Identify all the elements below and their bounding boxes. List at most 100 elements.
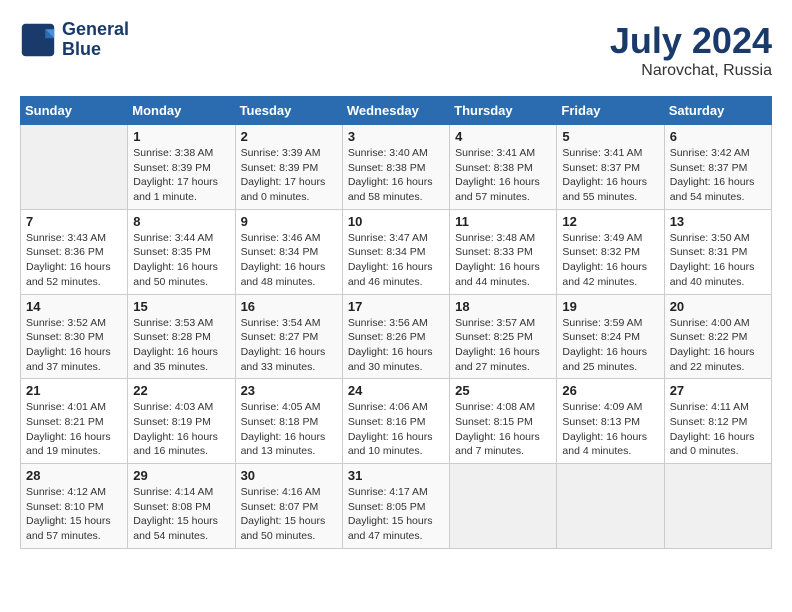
day-info: Sunrise: 3:48 AMSunset: 8:33 PMDaylight:…: [455, 231, 551, 290]
logo-icon: [20, 22, 56, 58]
day-number: 8: [133, 214, 229, 229]
day-number: 1: [133, 129, 229, 144]
day-info: Sunrise: 4:14 AMSunset: 8:08 PMDaylight:…: [133, 485, 229, 544]
day-number: 5: [562, 129, 658, 144]
calendar-cell: 29 Sunrise: 4:14 AMSunset: 8:08 PMDaylig…: [128, 464, 235, 549]
day-info: Sunrise: 3:41 AMSunset: 8:37 PMDaylight:…: [562, 146, 658, 205]
weekday-header-sunday: Sunday: [21, 97, 128, 125]
calendar-cell: 21 Sunrise: 4:01 AMSunset: 8:21 PMDaylig…: [21, 379, 128, 464]
day-number: 13: [670, 214, 766, 229]
day-number: 11: [455, 214, 551, 229]
day-info: Sunrise: 4:05 AMSunset: 8:18 PMDaylight:…: [241, 400, 337, 459]
weekday-header-thursday: Thursday: [450, 97, 557, 125]
day-info: Sunrise: 3:49 AMSunset: 8:32 PMDaylight:…: [562, 231, 658, 290]
day-info: Sunrise: 3:50 AMSunset: 8:31 PMDaylight:…: [670, 231, 766, 290]
page-header: General Blue July 2024 Narovchat, Russia: [20, 20, 772, 80]
day-info: Sunrise: 3:57 AMSunset: 8:25 PMDaylight:…: [455, 316, 551, 375]
day-info: Sunrise: 3:47 AMSunset: 8:34 PMDaylight:…: [348, 231, 444, 290]
weekday-header-tuesday: Tuesday: [235, 97, 342, 125]
day-number: 7: [26, 214, 122, 229]
day-number: 10: [348, 214, 444, 229]
calendar-cell: 23 Sunrise: 4:05 AMSunset: 8:18 PMDaylig…: [235, 379, 342, 464]
calendar-table: SundayMondayTuesdayWednesdayThursdayFrid…: [20, 96, 772, 549]
day-info: Sunrise: 3:52 AMSunset: 8:30 PMDaylight:…: [26, 316, 122, 375]
day-number: 28: [26, 468, 122, 483]
day-number: 19: [562, 299, 658, 314]
day-info: Sunrise: 4:06 AMSunset: 8:16 PMDaylight:…: [348, 400, 444, 459]
day-number: 27: [670, 383, 766, 398]
day-info: Sunrise: 4:03 AMSunset: 8:19 PMDaylight:…: [133, 400, 229, 459]
calendar-cell: 14 Sunrise: 3:52 AMSunset: 8:30 PMDaylig…: [21, 294, 128, 379]
day-info: Sunrise: 4:11 AMSunset: 8:12 PMDaylight:…: [670, 400, 766, 459]
calendar-cell: 5 Sunrise: 3:41 AMSunset: 8:37 PMDayligh…: [557, 125, 664, 210]
weekday-header-monday: Monday: [128, 97, 235, 125]
calendar-cell: 17 Sunrise: 3:56 AMSunset: 8:26 PMDaylig…: [342, 294, 449, 379]
day-info: Sunrise: 3:38 AMSunset: 8:39 PMDaylight:…: [133, 146, 229, 205]
day-number: 21: [26, 383, 122, 398]
weekday-header-saturday: Saturday: [664, 97, 771, 125]
calendar-cell: 27 Sunrise: 4:11 AMSunset: 8:12 PMDaylig…: [664, 379, 771, 464]
day-info: Sunrise: 4:12 AMSunset: 8:10 PMDaylight:…: [26, 485, 122, 544]
calendar-cell: 1 Sunrise: 3:38 AMSunset: 8:39 PMDayligh…: [128, 125, 235, 210]
logo-text: General Blue: [62, 20, 129, 60]
calendar-cell: 13 Sunrise: 3:50 AMSunset: 8:31 PMDaylig…: [664, 209, 771, 294]
calendar-cell: 22 Sunrise: 4:03 AMSunset: 8:19 PMDaylig…: [128, 379, 235, 464]
day-number: 16: [241, 299, 337, 314]
day-number: 6: [670, 129, 766, 144]
day-info: Sunrise: 3:59 AMSunset: 8:24 PMDaylight:…: [562, 316, 658, 375]
day-number: 30: [241, 468, 337, 483]
day-info: Sunrise: 3:46 AMSunset: 8:34 PMDaylight:…: [241, 231, 337, 290]
calendar-cell: 31 Sunrise: 4:17 AMSunset: 8:05 PMDaylig…: [342, 464, 449, 549]
calendar-cell: 11 Sunrise: 3:48 AMSunset: 8:33 PMDaylig…: [450, 209, 557, 294]
calendar-cell: 6 Sunrise: 3:42 AMSunset: 8:37 PMDayligh…: [664, 125, 771, 210]
location-subtitle: Narovchat, Russia: [610, 62, 772, 80]
calendar-cell: 10 Sunrise: 3:47 AMSunset: 8:34 PMDaylig…: [342, 209, 449, 294]
day-number: 4: [455, 129, 551, 144]
day-number: 31: [348, 468, 444, 483]
calendar-cell: 26 Sunrise: 4:09 AMSunset: 8:13 PMDaylig…: [557, 379, 664, 464]
day-info: Sunrise: 3:54 AMSunset: 8:27 PMDaylight:…: [241, 316, 337, 375]
day-number: 20: [670, 299, 766, 314]
month-title: July 2024: [610, 20, 772, 62]
calendar-cell: 24 Sunrise: 4:06 AMSunset: 8:16 PMDaylig…: [342, 379, 449, 464]
calendar-cell: 3 Sunrise: 3:40 AMSunset: 8:38 PMDayligh…: [342, 125, 449, 210]
day-info: Sunrise: 4:17 AMSunset: 8:05 PMDaylight:…: [348, 485, 444, 544]
day-info: Sunrise: 3:40 AMSunset: 8:38 PMDaylight:…: [348, 146, 444, 205]
day-info: Sunrise: 3:39 AMSunset: 8:39 PMDaylight:…: [241, 146, 337, 205]
day-number: 24: [348, 383, 444, 398]
day-number: 3: [348, 129, 444, 144]
calendar-cell: [664, 464, 771, 549]
day-info: Sunrise: 3:42 AMSunset: 8:37 PMDaylight:…: [670, 146, 766, 205]
weekday-header-wednesday: Wednesday: [342, 97, 449, 125]
calendar-cell: 28 Sunrise: 4:12 AMSunset: 8:10 PMDaylig…: [21, 464, 128, 549]
day-number: 17: [348, 299, 444, 314]
day-number: 22: [133, 383, 229, 398]
day-info: Sunrise: 3:41 AMSunset: 8:38 PMDaylight:…: [455, 146, 551, 205]
calendar-cell: 7 Sunrise: 3:43 AMSunset: 8:36 PMDayligh…: [21, 209, 128, 294]
day-number: 29: [133, 468, 229, 483]
day-info: Sunrise: 3:53 AMSunset: 8:28 PMDaylight:…: [133, 316, 229, 375]
calendar-cell: 18 Sunrise: 3:57 AMSunset: 8:25 PMDaylig…: [450, 294, 557, 379]
calendar-cell: 8 Sunrise: 3:44 AMSunset: 8:35 PMDayligh…: [128, 209, 235, 294]
calendar-cell: 15 Sunrise: 3:53 AMSunset: 8:28 PMDaylig…: [128, 294, 235, 379]
day-number: 12: [562, 214, 658, 229]
day-number: 9: [241, 214, 337, 229]
calendar-cell: [21, 125, 128, 210]
calendar-cell: 12 Sunrise: 3:49 AMSunset: 8:32 PMDaylig…: [557, 209, 664, 294]
calendar-cell: [450, 464, 557, 549]
weekday-header-friday: Friday: [557, 97, 664, 125]
calendar-cell: 16 Sunrise: 3:54 AMSunset: 8:27 PMDaylig…: [235, 294, 342, 379]
day-number: 15: [133, 299, 229, 314]
day-info: Sunrise: 4:01 AMSunset: 8:21 PMDaylight:…: [26, 400, 122, 459]
day-info: Sunrise: 3:44 AMSunset: 8:35 PMDaylight:…: [133, 231, 229, 290]
calendar-cell: 9 Sunrise: 3:46 AMSunset: 8:34 PMDayligh…: [235, 209, 342, 294]
day-info: Sunrise: 3:43 AMSunset: 8:36 PMDaylight:…: [26, 231, 122, 290]
day-number: 23: [241, 383, 337, 398]
day-info: Sunrise: 4:08 AMSunset: 8:15 PMDaylight:…: [455, 400, 551, 459]
calendar-cell: 4 Sunrise: 3:41 AMSunset: 8:38 PMDayligh…: [450, 125, 557, 210]
title-block: July 2024 Narovchat, Russia: [610, 20, 772, 80]
day-info: Sunrise: 4:00 AMSunset: 8:22 PMDaylight:…: [670, 316, 766, 375]
calendar-cell: 20 Sunrise: 4:00 AMSunset: 8:22 PMDaylig…: [664, 294, 771, 379]
day-info: Sunrise: 4:09 AMSunset: 8:13 PMDaylight:…: [562, 400, 658, 459]
calendar-cell: 30 Sunrise: 4:16 AMSunset: 8:07 PMDaylig…: [235, 464, 342, 549]
